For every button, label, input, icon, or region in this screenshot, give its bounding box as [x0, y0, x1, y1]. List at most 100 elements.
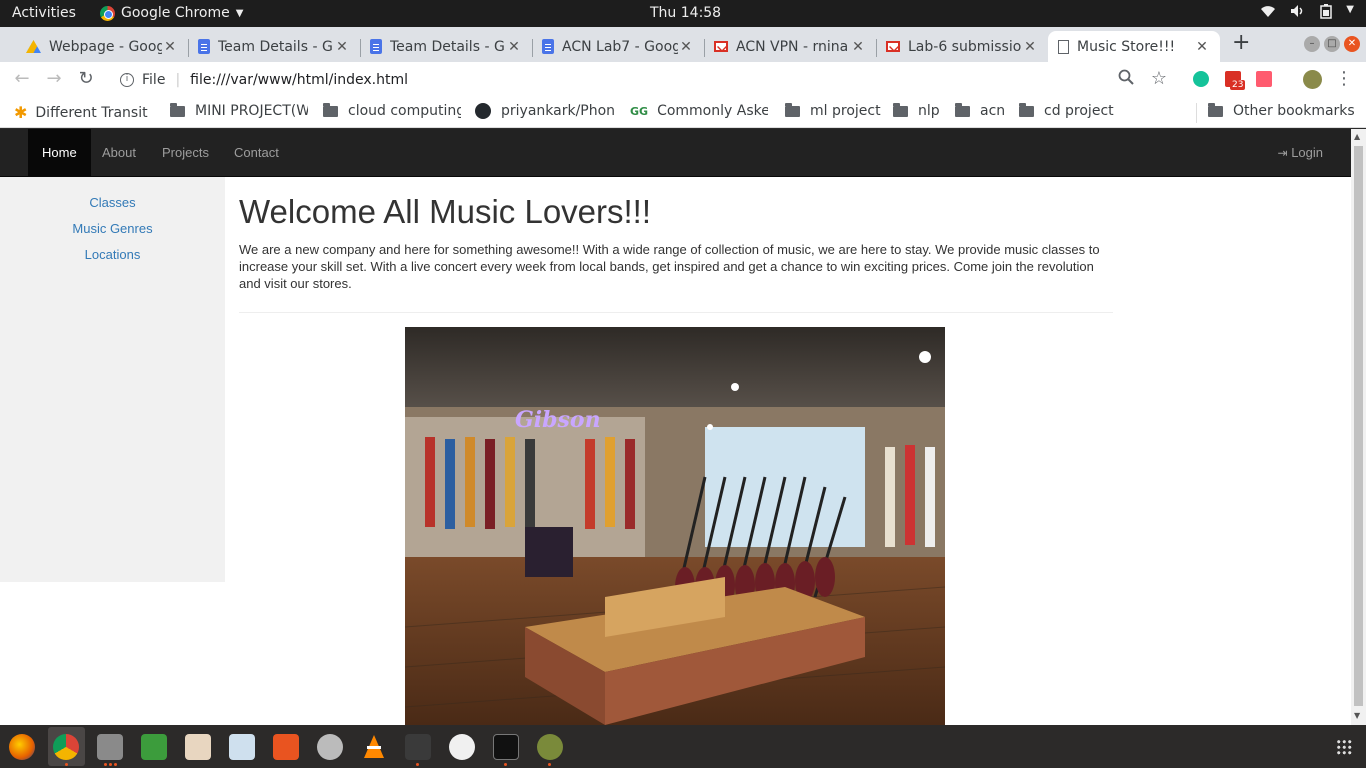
system-tray[interactable]: ▼ — [1260, 4, 1354, 23]
maximize-button[interactable]: □ — [1324, 36, 1340, 52]
nav-home[interactable]: Home — [28, 129, 91, 177]
wifi-icon — [1260, 4, 1276, 23]
close-icon[interactable]: ✕ — [850, 39, 866, 55]
address-bar[interactable]: i File | file:///var/www/html/index.html — [108, 65, 1178, 94]
nav-about[interactable]: About — [88, 129, 150, 177]
bookmark-folder[interactable]: ml project — [785, 103, 881, 119]
close-icon[interactable]: ✕ — [1022, 39, 1038, 55]
tab-team-details-1[interactable]: Team Details - G ✕ — [188, 31, 360, 62]
spreadsheet-icon[interactable] — [141, 734, 167, 760]
vlc-icon[interactable] — [361, 734, 387, 760]
scroll-up-arrow-icon[interactable]: ▲ — [1354, 132, 1360, 141]
tab-webpage[interactable]: Webpage - Goog ✕ — [16, 31, 188, 62]
bookmark-label: ml project — [810, 103, 881, 119]
tab-team-details-2[interactable]: Team Details - G ✕ — [360, 31, 532, 62]
login-label: Login — [1291, 145, 1323, 160]
drive-icon — [26, 40, 41, 53]
bookmark-item[interactable]: GG Commonly Aske — [630, 103, 768, 119]
nav-projects[interactable]: Projects — [148, 129, 223, 177]
sidebar-link-music-genres[interactable]: Music Genres — [0, 216, 225, 242]
tab-acn-lab7[interactable]: ACN Lab7 - Goog ✕ — [532, 31, 704, 62]
running-indicator — [416, 763, 419, 766]
back-button[interactable]: ← — [12, 69, 32, 89]
clock[interactable]: Thu 14:58 — [650, 5, 721, 21]
nav-contact[interactable]: Contact — [220, 129, 293, 177]
firefox-icon[interactable] — [9, 734, 35, 760]
close-icon[interactable]: ✕ — [334, 39, 350, 55]
new-tab-button[interactable]: + — [1232, 30, 1250, 55]
intro-paragraph: We are a new company and here for someth… — [239, 242, 1100, 291]
battery-icon — [1320, 4, 1333, 23]
show-applications-icon[interactable] — [1336, 739, 1352, 755]
bookmark-folder[interactable]: MINI PROJECT(W — [170, 103, 308, 119]
running-indicator — [104, 763, 107, 766]
bookmark-label: priyankark/Phon — [501, 103, 615, 119]
grammarly-icon[interactable] — [1193, 71, 1209, 87]
docs-icon — [198, 39, 210, 54]
extension-icon[interactable] — [1256, 71, 1272, 87]
bookmark-label: Other bookmarks — [1233, 103, 1355, 119]
forward-button[interactable]: → — [44, 69, 64, 89]
scrollbar-thumb[interactable] — [1354, 146, 1363, 706]
chrome-icon — [100, 5, 115, 21]
presentation-icon[interactable] — [185, 734, 211, 760]
tab-acn-vpn[interactable]: ACN VPN - rnina ✕ — [704, 31, 876, 62]
url-text[interactable]: file:///var/www/html/index.html — [190, 72, 408, 88]
zoom-icon[interactable] — [1116, 69, 1136, 89]
app-menu-label: Google Chrome — [121, 5, 230, 21]
settings-icon[interactable] — [317, 734, 343, 760]
menu-icon[interactable]: ⋮ — [1334, 69, 1354, 89]
bookmark-folder[interactable]: cd project — [1019, 103, 1114, 119]
close-icon[interactable]: ✕ — [162, 39, 178, 55]
docs-icon — [370, 39, 382, 54]
app-menu[interactable]: Google Chrome ▼ — [100, 5, 243, 21]
bookmark-label: MINI PROJECT(W — [195, 103, 308, 119]
close-icon[interactable]: ✕ — [678, 39, 694, 55]
reload-button[interactable]: ↻ — [76, 69, 96, 89]
bookmark-folder[interactable]: nlp — [893, 103, 940, 119]
sidebar-link-locations[interactable]: Locations — [0, 242, 225, 268]
document-viewer-icon[interactable] — [449, 734, 475, 760]
page-scrollbar[interactable]: ▲ ▼ — [1351, 129, 1366, 725]
image-viewer-icon[interactable] — [229, 734, 255, 760]
bookmark-item[interactable]: priyankark/Phon — [475, 103, 615, 119]
folder-icon — [323, 103, 338, 117]
chevron-down-icon: ▼ — [1346, 4, 1354, 15]
chrome-icon[interactable] — [53, 734, 79, 760]
bookmark-folder[interactable]: cloud computing — [323, 103, 461, 119]
sidebar-link-classes[interactable]: Classes — [0, 190, 225, 216]
tab-label: Lab-6 submissio — [908, 38, 1022, 55]
avatar[interactable] — [1303, 70, 1322, 89]
bookmark-star-icon[interactable]: ☆ — [1149, 69, 1169, 89]
gfg-icon: GG — [630, 104, 649, 118]
running-indicator — [114, 763, 117, 766]
bookmark-label: Different Transit — [35, 104, 148, 121]
mysql-workbench-icon[interactable] — [537, 734, 563, 760]
gmail-icon — [714, 41, 728, 52]
browser-toolbar: ← → ↻ i File | file:///var/www/html/inde… — [0, 62, 1366, 97]
other-bookmarks[interactable]: Other bookmarks — [1208, 103, 1355, 119]
dock — [0, 725, 1366, 768]
terminal-icon[interactable] — [493, 734, 519, 760]
software-center-icon[interactable] — [273, 734, 299, 760]
close-window-button[interactable]: ✕ — [1344, 36, 1360, 52]
site-navbar: Home About Projects Contact ⇥ Login — [0, 129, 1351, 177]
files-icon[interactable] — [97, 734, 123, 760]
bookmark-item[interactable]: ✱ Different Transit — [14, 103, 154, 122]
bookmark-label: Commonly Aske — [657, 103, 768, 119]
page-icon — [1058, 39, 1069, 54]
scroll-down-arrow-icon[interactable]: ▼ — [1354, 711, 1360, 720]
sublime-text-icon[interactable] — [405, 734, 431, 760]
close-icon[interactable]: ✕ — [1194, 39, 1210, 55]
activities-button[interactable]: Activities — [12, 5, 76, 21]
info-icon[interactable]: i — [120, 72, 134, 87]
close-icon[interactable]: ✕ — [506, 39, 522, 55]
login-link[interactable]: ⇥ Login — [1278, 129, 1324, 177]
minimize-button[interactable]: – — [1304, 36, 1320, 52]
bookmark-folder[interactable]: acn — [955, 103, 1005, 119]
bookmark-label: cd project — [1044, 103, 1114, 119]
bookmarks-divider — [1196, 103, 1197, 123]
tab-label: Team Details - G — [390, 38, 505, 55]
tab-lab6-submission[interactable]: Lab-6 submissio ✕ — [876, 31, 1048, 62]
tab-music-store[interactable]: Music Store!!! ✕ — [1048, 31, 1220, 62]
